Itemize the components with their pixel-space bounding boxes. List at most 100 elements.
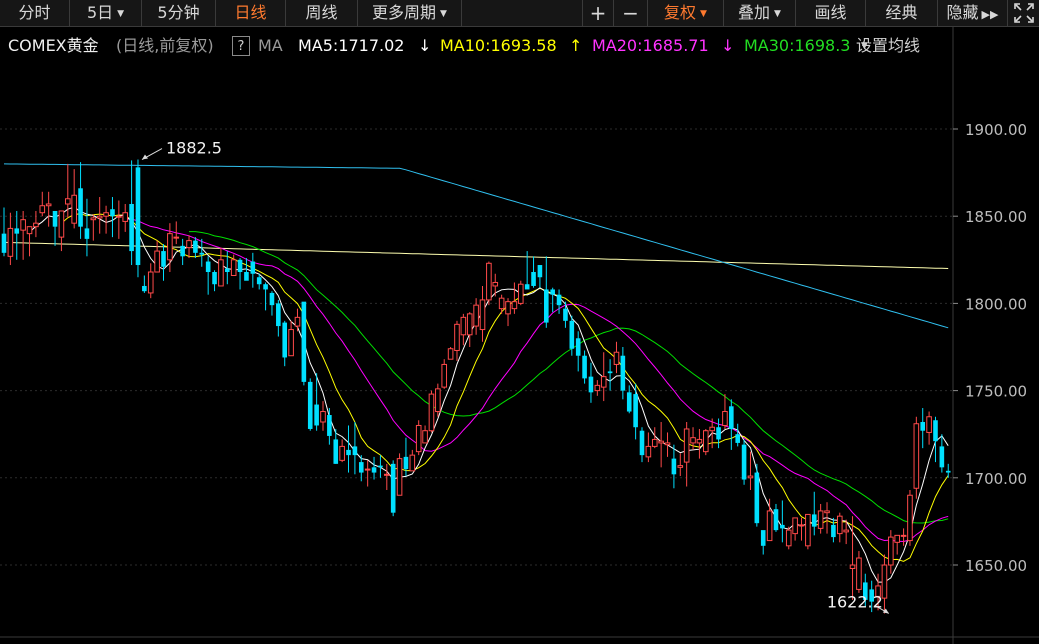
candle-body-down: [327, 415, 332, 436]
candle-body-down: [256, 277, 262, 285]
ma20-line: [125, 218, 949, 543]
candle-body-down: [633, 394, 638, 428]
candle-body-up: [167, 233, 173, 261]
candle-body-down: [52, 210, 58, 227]
annotation-low: 1622.2: [827, 592, 883, 611]
chart-grid: [0, 27, 1039, 644]
candle-body-down: [754, 472, 760, 524]
candle-body-down: [352, 446, 358, 456]
candle-body-up: [90, 217, 97, 221]
candle-body-up: [122, 212, 129, 222]
candle-body-up: [409, 454, 416, 472]
candle-body-down: [588, 376, 594, 393]
candle-body-down: [716, 427, 721, 440]
candle-body-down: [346, 449, 351, 456]
annotation-high: 1882.5: [166, 139, 222, 158]
candle-body-down: [569, 320, 575, 349]
candle-body-up: [479, 299, 486, 331]
candle-body-down: [544, 289, 549, 323]
candle-body-down: [671, 458, 677, 475]
candle-body-up: [116, 215, 122, 218]
candle-body-up: [320, 411, 326, 423]
candle-body-down: [620, 355, 626, 391]
candle-body-up: [45, 203, 52, 207]
candle-body-up: [900, 534, 907, 537]
candle-body-up: [230, 259, 237, 276]
candle-body-up: [658, 440, 664, 444]
candle-body-up: [594, 384, 601, 392]
candle-body-down: [161, 251, 166, 267]
y-tick-label: 1850.00: [965, 208, 1027, 226]
candle-body-up: [486, 262, 492, 301]
y-tick-label: 1900.00: [965, 121, 1027, 139]
candle-body-down: [524, 284, 530, 290]
candle-body-up: [339, 445, 345, 461]
candle-body-up: [696, 438, 703, 444]
candle-body-down: [263, 284, 268, 290]
candle-body-up: [492, 281, 499, 287]
candle-body-up: [39, 205, 46, 214]
candle-body-up: [103, 212, 109, 217]
candle-body-up: [364, 468, 371, 471]
candle-body-down: [920, 421, 926, 431]
candle-body-down: [276, 303, 281, 327]
y-tick-label: 1650.00: [965, 557, 1027, 575]
candle-body-down: [563, 308, 568, 321]
y-tick-label: 1700.00: [965, 470, 1027, 488]
candle-body-up: [894, 534, 901, 543]
candle-body-up: [926, 416, 932, 433]
candle-body-up: [422, 430, 428, 444]
candle-body-down: [575, 338, 581, 356]
candle-body-down: [378, 465, 383, 468]
candle-body-up: [843, 529, 849, 533]
candle-body-up: [766, 510, 773, 542]
candle-body-up: [186, 240, 192, 249]
candle-body-down: [945, 470, 951, 473]
candle-body-up: [677, 465, 684, 468]
candle-body-up: [415, 424, 422, 453]
candlestick-chart: 1882.5 1622.2 1900.00 1850.00 1800.00 1750.0…: [0, 27, 1039, 644]
candle-body-up: [71, 194, 77, 224]
candle-body-down: [250, 261, 256, 274]
candle-body-up: [888, 536, 894, 566]
candle-body-up: [505, 301, 511, 315]
candle-body-up: [690, 437, 696, 444]
candle-body-up: [396, 458, 403, 496]
candle-body-down: [626, 392, 632, 412]
candle-body-down: [212, 272, 217, 285]
candle-body-down: [282, 322, 288, 358]
candle-body-up: [645, 445, 652, 458]
candle-body-down: [358, 462, 364, 473]
candle-body-up: [792, 517, 798, 535]
candle-body-down: [390, 463, 396, 513]
candle-body-up: [747, 475, 754, 479]
candle-body-up: [428, 393, 435, 432]
candle-body-up: [7, 227, 14, 257]
candle-body-up: [435, 388, 441, 413]
candle-body-up: [613, 351, 620, 365]
candle-body-down: [831, 524, 836, 538]
candle-body-up: [288, 329, 294, 357]
candle-body-up: [664, 442, 671, 446]
candle-body-down: [14, 228, 20, 234]
candle-body-down: [180, 245, 185, 257]
candle-body-up: [441, 363, 448, 388]
candle-body-up: [20, 219, 26, 231]
candle-body-down: [531, 272, 536, 286]
candle-body-up: [173, 236, 180, 239]
candle-body-up: [454, 323, 460, 351]
candle-body-down: [550, 289, 555, 295]
candle-body-up: [517, 283, 524, 304]
candle-body-down: [556, 294, 562, 306]
candle-body-down: [142, 285, 147, 292]
candle-body-down: [403, 456, 409, 470]
candle-body-up: [836, 515, 843, 535]
candle-body-down: [811, 514, 817, 527]
candle-body-down: [205, 261, 211, 273]
candle-body-up: [96, 215, 103, 219]
candle-body-down: [244, 272, 249, 281]
candle-body-down: [301, 301, 307, 382]
candle-body-up: [849, 564, 856, 569]
candle-body-down: [129, 203, 134, 252]
candle-body-up: [785, 529, 792, 547]
